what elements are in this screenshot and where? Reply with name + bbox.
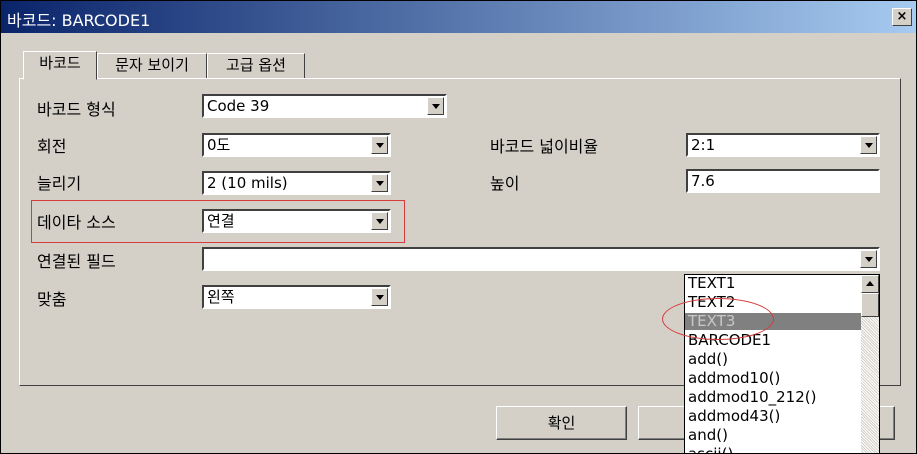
data-source-label: 데이타 소스 (37, 213, 116, 232)
data-source-select[interactable]: 연결 (202, 209, 391, 233)
align-value: 왼쪽 (207, 288, 235, 306)
close-button[interactable]: × (892, 8, 912, 26)
list-item[interactable]: addmod10() (688, 370, 858, 387)
linked-field-select[interactable] (202, 247, 880, 271)
barcode-type-select[interactable]: Code 39 (202, 94, 447, 118)
list-item[interactable]: addmod10_212() (688, 389, 858, 406)
list-item[interactable]: addmod43() (688, 408, 858, 425)
window-title: 바코드: BARCODE1 (7, 11, 151, 30)
ratio-select[interactable]: 2:1 (686, 133, 880, 157)
chevron-down-icon[interactable] (371, 174, 388, 192)
chevron-down-icon[interactable] (860, 136, 877, 154)
ok-button[interactable]: 확인 (496, 406, 627, 440)
align-select[interactable]: 왼쪽 (202, 285, 391, 309)
scroll-up-icon[interactable] (861, 275, 879, 293)
ratio-label: 바코드 넓이비율 (490, 137, 599, 156)
tab-advanced-options[interactable]: 고급 옵션 (207, 53, 305, 79)
text3-highlight-circle (662, 298, 774, 340)
rotation-label: 회전 (37, 137, 67, 156)
title-bar: 바코드: BARCODE1 × (1, 1, 916, 33)
chevron-down-icon[interactable] (371, 212, 388, 230)
barcode-dialog: 바코드: BARCODE1 × 바코드 문자 보이기 고급 옵션 바코드 형식 … (0, 0, 917, 454)
list-item[interactable]: TEXT1 (688, 275, 858, 292)
barcode-type-value: Code 39 (207, 97, 270, 115)
tab-barcode[interactable]: 바코드 (23, 51, 97, 80)
stretch-select[interactable]: 2 (10 mils) (202, 171, 391, 195)
list-item[interactable]: and() (688, 427, 858, 444)
list-item[interactable]: add() (688, 351, 858, 368)
barcode-type-label: 바코드 형식 (37, 100, 116, 119)
data-source-value: 연결 (207, 212, 235, 230)
ratio-value: 2:1 (691, 136, 716, 154)
chevron-down-icon[interactable] (427, 97, 444, 115)
linked-field-label: 연결된 필드 (37, 252, 116, 271)
chevron-down-icon[interactable] (371, 136, 388, 154)
tab-show-text[interactable]: 문자 보이기 (97, 53, 207, 79)
height-input[interactable]: 7.6 (686, 169, 880, 193)
chevron-down-icon[interactable] (860, 250, 877, 268)
dropdown-scrollbar[interactable] (861, 275, 879, 453)
stretch-value: 2 (10 mils) (207, 174, 288, 192)
height-label: 높이 (490, 174, 520, 193)
scroll-thumb[interactable] (861, 293, 879, 317)
list-item[interactable]: ascii() (688, 446, 858, 454)
rotation-value: 0도 (207, 136, 231, 154)
chevron-down-icon[interactable] (371, 288, 388, 306)
rotation-select[interactable]: 0도 (202, 133, 391, 157)
align-label: 맞춤 (37, 290, 67, 309)
stretch-label: 늘리기 (37, 174, 82, 193)
